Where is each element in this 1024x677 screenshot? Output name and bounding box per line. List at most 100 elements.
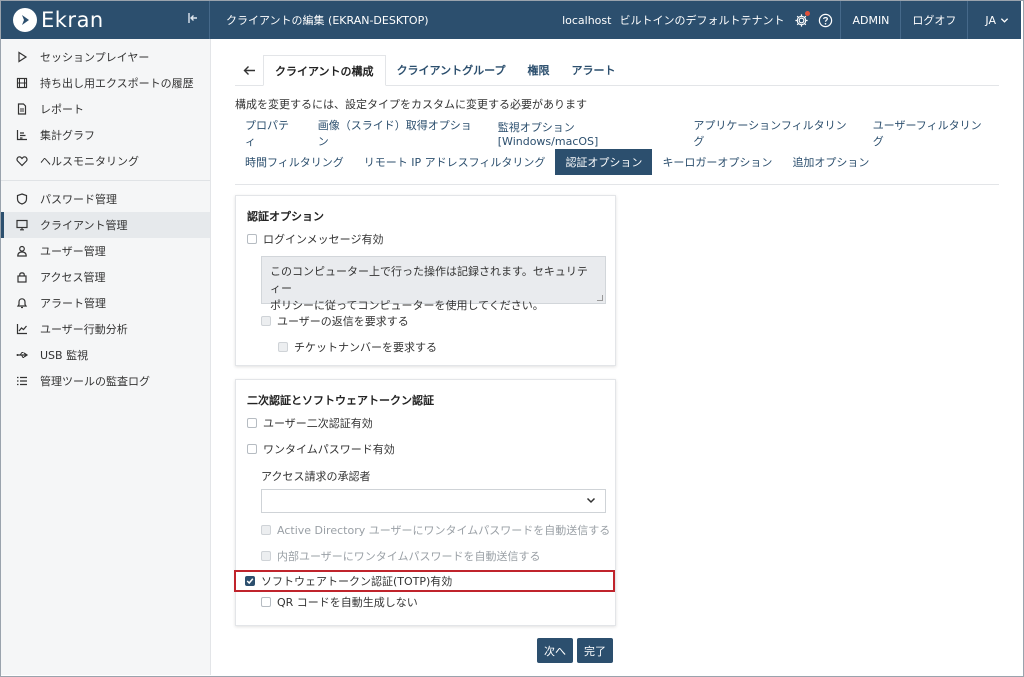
settings-gear-icon[interactable] xyxy=(792,11,811,29)
play-icon xyxy=(15,50,29,64)
page-title: クライアントの編集 (EKRAN-DESKTOP) xyxy=(226,14,429,27)
login-message-label: ログインメッセージ有効 xyxy=(263,233,384,246)
resize-grip-icon[interactable] xyxy=(597,295,603,301)
tab-bar: クライアントの構成 クライアントグループ 権限 アラート xyxy=(235,55,999,86)
logoff-button[interactable]: ログオフ xyxy=(900,1,967,39)
admin-button[interactable]: ADMIN xyxy=(840,1,900,39)
tab-client-groups[interactable]: クライアントグループ xyxy=(386,55,517,85)
otp-checkbox[interactable] xyxy=(247,444,257,454)
sidebar-item-label: ヘルスモニタリング xyxy=(40,155,139,168)
sidebar-item-label: クライアント管理 xyxy=(40,219,128,232)
tenant-label[interactable]: ビルトインのデフォルトテナント xyxy=(619,12,784,28)
host-label: localhost xyxy=(562,13,612,27)
bell-icon xyxy=(15,296,29,310)
sidebar-item-label: 持ち出し用エクスポートの履歴 xyxy=(40,77,194,90)
notification-dot xyxy=(805,11,811,16)
sidebar-item-client-management[interactable]: クライアント管理 xyxy=(1,212,210,238)
collapse-sidebar-icon[interactable] xyxy=(187,12,199,28)
subtab-screenshot-options[interactable]: 画像（スライド）取得オプション xyxy=(308,119,488,148)
ad-auto-send-row[interactable]: Active Directory ユーザーにワンタイムパスワードを自動送信する xyxy=(236,517,615,543)
two-factor-card: 二次認証とソフトウェアトークン認証 ユーザー二次認証有効 ワンタイムパスワード有… xyxy=(234,379,616,626)
ekran-logo-icon xyxy=(13,8,37,32)
usb-icon xyxy=(15,348,29,362)
subtab-authentication-options[interactable]: 認証オプション xyxy=(555,149,653,175)
document-icon xyxy=(15,102,29,116)
internal-auto-send-checkbox[interactable] xyxy=(261,551,271,561)
sidebar-item-label: アクセス管理 xyxy=(40,271,106,284)
logo[interactable]: Ekran xyxy=(1,1,210,39)
sidebar-item-label: パスワード管理 xyxy=(40,193,117,206)
login-message-checkbox[interactable] xyxy=(247,234,257,244)
subtab-application-filtering[interactable]: アプリケーションフィルタリング xyxy=(683,119,862,148)
sidebar-item-label: 集計グラフ xyxy=(40,129,95,142)
line-chart-icon xyxy=(15,322,29,336)
help-icon[interactable] xyxy=(816,11,834,29)
sidebar-item-access-management[interactable]: アクセス管理 xyxy=(1,264,210,290)
sidebar-divider xyxy=(1,180,210,181)
qr-no-auto-label: QR コードを自動生成しない xyxy=(277,596,418,609)
sidebar-item-password-management[interactable]: パスワード管理 xyxy=(1,186,210,212)
sidebar-item-label: ユーザー管理 xyxy=(40,245,106,258)
shield-icon xyxy=(15,192,29,206)
internal-auto-send-row[interactable]: 内部ユーザーにワンタイムパスワードを自動送信する xyxy=(236,543,615,569)
require-reply-checkbox[interactable] xyxy=(261,316,271,326)
login-message-row[interactable]: ログインメッセージ有効 xyxy=(236,226,615,252)
main-content: クライアントの構成 クライアントグループ 権限 アラート 構成を変更するには、設… xyxy=(212,39,1022,675)
subtab-properties[interactable]: プロパティ xyxy=(235,119,308,148)
require-reply-label: ユーザーの返信を要求する xyxy=(277,315,409,328)
user-icon xyxy=(15,244,29,258)
qr-no-auto-checkbox[interactable] xyxy=(261,597,271,607)
approver-select[interactable] xyxy=(261,489,606,513)
subtab-remote-ip-filtering[interactable]: リモート IP アドレスフィルタリング xyxy=(354,149,556,175)
sidebar-item-label: セッションプレイヤー xyxy=(40,51,150,64)
sidebar-item-session-player[interactable]: セッションプレイヤー xyxy=(1,44,210,70)
sidebar-item-label: 管理ツールの監査ログ xyxy=(40,375,150,388)
sidebar-item-user-behavior-analytics[interactable]: ユーザー行動分析 xyxy=(1,316,210,342)
totp-highlight-box[interactable]: ソフトウェアトークン認証(TOTP)有効 xyxy=(234,570,615,592)
finish-button[interactable]: 完了 xyxy=(577,638,613,663)
sidebar-item-alert-management[interactable]: アラート管理 xyxy=(1,290,210,316)
sidebar-item-admin-audit-log[interactable]: 管理ツールの監査ログ xyxy=(1,368,210,394)
require-ticket-label: チケットナンバーを要求する xyxy=(294,341,437,354)
otp-label: ワンタイムパスワード有効 xyxy=(263,443,395,456)
tab-client-configuration[interactable]: クライアントの構成 xyxy=(263,55,386,86)
sidebar-item-label: レポート xyxy=(40,103,84,116)
message-line-2: ポリシーに従ってコンピューターを使用してください。 xyxy=(270,299,544,312)
subtab-monitoring-options[interactable]: 監視オプション [Windows/macOS] xyxy=(488,120,684,148)
next-button[interactable]: 次へ xyxy=(537,638,573,663)
sidebar-item-export-history[interactable]: 持ち出し用エクスポートの履歴 xyxy=(1,70,210,96)
language-dropdown[interactable]: JA xyxy=(967,1,1021,39)
tab-permissions[interactable]: 権限 xyxy=(516,55,560,85)
require-ticket-checkbox[interactable] xyxy=(278,342,288,352)
user-2fa-checkbox[interactable] xyxy=(247,418,257,428)
user-2fa-row[interactable]: ユーザー二次認証有効 xyxy=(236,410,615,436)
tab-alerts[interactable]: アラート xyxy=(560,55,626,85)
sidebar-item-reports[interactable]: レポート xyxy=(1,96,210,122)
ad-auto-send-checkbox[interactable] xyxy=(261,525,271,535)
top-header: Ekran クライアントの編集 (EKRAN-DESKTOP) localhos… xyxy=(1,1,1021,39)
subtab-time-filtering[interactable]: 時間フィルタリング xyxy=(235,149,354,175)
back-arrow-icon[interactable] xyxy=(235,55,263,85)
sidebar-item-aggregate-graphs[interactable]: 集計グラフ xyxy=(1,122,210,148)
subtab-user-filtering[interactable]: ユーザーフィルタリング xyxy=(863,119,999,148)
totp-checkbox[interactable] xyxy=(245,576,255,586)
subtab-keylogger-options[interactable]: キーロガーオプション xyxy=(652,149,782,175)
list-icon xyxy=(15,374,29,388)
totp-label: ソフトウェアトークン認証(TOTP)有効 xyxy=(261,575,453,588)
subtab-additional-options[interactable]: 追加オプション xyxy=(782,149,879,175)
otp-row[interactable]: ワンタイムパスワード有効 xyxy=(236,436,615,462)
chevron-down-icon xyxy=(1000,16,1009,25)
sidebar-item-usb-monitoring[interactable]: USB 監視 xyxy=(1,342,210,368)
sidebar-item-health-monitoring[interactable]: ヘルスモニタリング xyxy=(1,148,210,174)
card-title: 認証オプション xyxy=(247,210,324,223)
film-icon xyxy=(15,76,29,90)
login-message-textarea[interactable]: このコンピューター上で行った操作は記録されます。セキュリティー ポリシーに従って… xyxy=(261,256,606,312)
card-title: 二次認証とソフトウェアトークン認証 xyxy=(247,394,434,407)
require-ticket-row[interactable]: チケットナンバーを要求する xyxy=(236,334,615,360)
bar-chart-icon xyxy=(15,128,29,142)
sidebar-item-user-management[interactable]: ユーザー管理 xyxy=(1,238,210,264)
logo-text: Ekran xyxy=(41,8,104,32)
qr-no-auto-row[interactable]: QR コードを自動生成しない xyxy=(236,592,615,612)
message-line-1: このコンピューター上で行った操作は記録されます。セキュリティー xyxy=(270,265,588,295)
sidebar: セッションプレイヤー 持ち出し用エクスポートの履歴 レポート 集計グラフ ヘルス… xyxy=(1,39,211,675)
